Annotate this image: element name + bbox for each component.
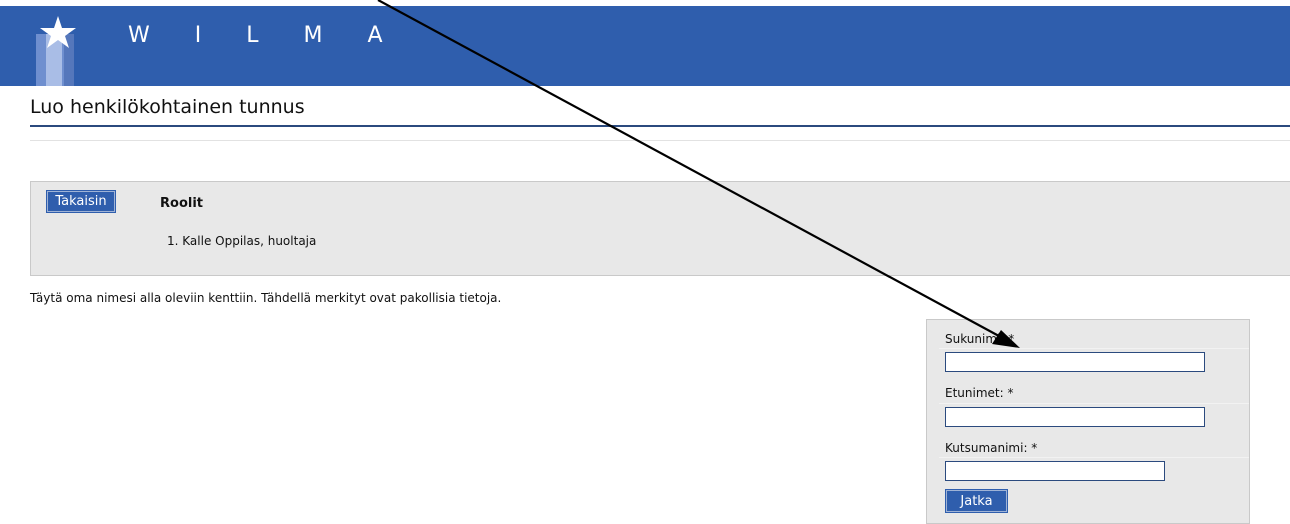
surname-input[interactable] [945,352,1205,372]
surname-label: Sukunimi: * [945,332,1015,346]
app-header: W I L M A [0,6,1290,86]
nickname-input[interactable] [945,461,1165,481]
page-title: Luo henkilökohtainen tunnus [30,96,305,118]
roles-panel: Takaisin Roolit 1. Kalle Oppilas, huolta… [30,181,1290,276]
role-list-item: 1. Kalle Oppilas, huoltaja [167,234,317,248]
firstnames-input[interactable] [945,407,1205,427]
row-divider [939,457,1249,458]
continue-button[interactable]: Jatka [946,490,1007,512]
section-divider [30,140,1290,141]
instructions-text: Täytä oma nimesi alla oleviin kenttiin. … [30,291,502,305]
title-divider [30,125,1290,127]
row-divider [939,403,1249,404]
app-brand: W I L M A [128,23,402,48]
nickname-label: Kutsumanimi: * [945,441,1038,455]
row-divider [939,348,1249,349]
firstnames-label: Etunimet: * [945,386,1014,400]
star-logo-icon [36,16,76,86]
back-button[interactable]: Takaisin [47,191,115,212]
roles-heading: Roolit [160,196,203,211]
name-form: Sukunimi: * Etunimet: * Kutsumanimi: * J… [926,319,1250,524]
